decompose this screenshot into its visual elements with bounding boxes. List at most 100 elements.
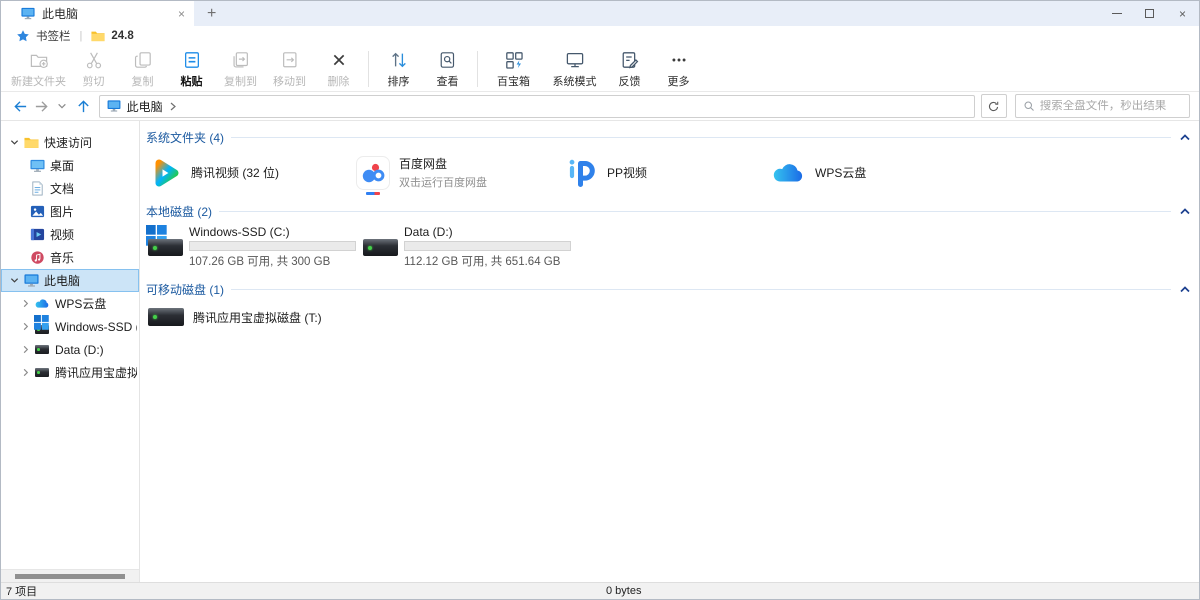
file-item-baidu-netdisk[interactable]: 百度网盘 双击运行百度网盘 xyxy=(356,155,564,190)
move-to-button[interactable]: 移动到 xyxy=(265,49,314,89)
chevron-down-icon[interactable] xyxy=(9,138,19,147)
file-item-label: 百度网盘 xyxy=(399,155,487,172)
sidebar-item-drive-c[interactable]: Windows-SSD (C:) xyxy=(1,315,139,338)
address-bar: 此电脑 xyxy=(1,92,1199,121)
system-mode-button[interactable]: 系统模式 xyxy=(544,49,605,89)
sidebar-item-wps-cloud[interactable]: WPS云盘 xyxy=(1,292,139,315)
sort-arrows-icon xyxy=(388,49,410,71)
cut-scissors-icon xyxy=(83,49,105,71)
main-area: 快速访问 桌面 文档 图片 视频 音乐 xyxy=(1,121,1199,582)
bookmark-folder-label[interactable]: 24.8 xyxy=(111,30,133,42)
address-input[interactable]: 此电脑 xyxy=(99,95,975,118)
drive-item-d[interactable]: Data (D:) 112.12 GB 可用, 共 651.64 GB xyxy=(361,225,576,269)
wps-cloud-icon xyxy=(772,156,806,190)
folder-icon xyxy=(24,135,39,150)
chevron-right-icon[interactable] xyxy=(169,102,177,111)
sidebar-item-this-pc[interactable]: 此电脑 xyxy=(1,269,139,292)
copy-button[interactable]: 复制 xyxy=(118,49,167,89)
sidebar-item-music[interactable]: 音乐 xyxy=(1,246,139,269)
file-item-label: PP视频 xyxy=(607,164,647,181)
drive-item-c[interactable]: Windows-SSD (C:) 107.26 GB 可用, 共 300 GB xyxy=(146,225,361,269)
section-removable-disks: 可移动磁盘 (1) 腾讯应用宝虚拟磁盘 (T:) xyxy=(146,281,1193,326)
paste-button[interactable]: 粘贴 xyxy=(167,49,216,89)
new-folder-button[interactable]: 新建文件夹 xyxy=(8,49,69,89)
sidebar-item-videos[interactable]: 视频 xyxy=(1,223,139,246)
sidebar-item-quick-access[interactable]: 快速访问 xyxy=(1,131,139,154)
local-disk-items: Windows-SSD (C:) 107.26 GB 可用, 共 300 GB … xyxy=(146,220,1193,278)
close-icon: × xyxy=(1179,8,1186,20)
back-button[interactable] xyxy=(10,94,31,118)
section-header: 本地磁盘 (2) xyxy=(146,203,1193,220)
section-divider xyxy=(219,211,1171,212)
navigation-pane: 快速访问 桌面 文档 图片 视频 音乐 xyxy=(1,121,140,582)
toolbox-button[interactable]: 百宝箱 xyxy=(483,49,544,89)
section-local-disks: 本地磁盘 (2) Windows-SSD (C:) 107.26 GB 可 xyxy=(146,203,1193,278)
baidu-netdisk-icon xyxy=(356,156,390,190)
sidebar-item-pictures[interactable]: 图片 xyxy=(1,200,139,223)
this-pc-monitor-icon xyxy=(107,100,121,112)
delete-button[interactable]: 删除 xyxy=(314,49,363,89)
file-item-wps-cloud[interactable]: WPS云盘 xyxy=(772,155,980,190)
chevron-right-icon[interactable] xyxy=(20,322,30,331)
file-item-subtitle: 双击运行百度网盘 xyxy=(399,174,487,190)
section-title[interactable]: 系统文件夹 (4) xyxy=(146,129,224,146)
music-icon xyxy=(30,250,45,265)
toolbar-separator xyxy=(477,51,478,87)
sidebar-item-drive-d[interactable]: Data (D:) xyxy=(1,338,139,361)
maximize-button[interactable] xyxy=(1133,1,1166,26)
drive-item-t[interactable]: 腾讯应用宝虚拟磁盘 (T:) xyxy=(148,308,322,326)
tab-close-icon[interactable]: × xyxy=(178,8,185,20)
cut-button[interactable]: 剪切 xyxy=(69,49,118,89)
sidebar-item-documents[interactable]: 文档 xyxy=(1,177,139,200)
search-box[interactable] xyxy=(1015,94,1190,118)
drive-capacity-text: 112.12 GB 可用, 共 651.64 GB xyxy=(404,253,571,269)
sidebar-item-desktop[interactable]: 桌面 xyxy=(1,154,139,177)
chevron-right-icon[interactable] xyxy=(20,299,30,308)
sidebar-item-drive-t[interactable]: 腾讯应用宝虚拟磁盘 (T:) xyxy=(1,361,139,384)
file-item-pp-video[interactable]: PP视频 xyxy=(564,155,772,190)
bookmark-folder-icon[interactable] xyxy=(91,30,105,42)
collapse-section-button[interactable] xyxy=(1179,208,1191,215)
chevron-right-icon[interactable] xyxy=(20,368,30,377)
copy-to-button[interactable]: 复制到 xyxy=(216,49,265,89)
section-title[interactable]: 可移动磁盘 (1) xyxy=(146,281,224,298)
sort-button[interactable]: 排序 xyxy=(374,49,423,89)
forward-button[interactable] xyxy=(31,94,52,118)
breadcrumb[interactable]: 此电脑 xyxy=(127,98,163,115)
bookmark-bar-label[interactable]: 书签栏 xyxy=(36,28,71,44)
bookmark-bar: 书签栏 | 24.8 xyxy=(1,26,1199,46)
delete-x-icon xyxy=(328,49,350,71)
tab-title: 此电脑 xyxy=(42,5,171,22)
chevron-right-icon[interactable] xyxy=(20,345,30,354)
drive-icon xyxy=(361,225,401,265)
chevron-down-icon[interactable] xyxy=(9,276,19,285)
more-ellipsis-icon xyxy=(668,49,690,71)
status-bar: 7 项目 0 bytes xyxy=(1,582,1199,599)
more-button[interactable]: 更多 xyxy=(654,49,703,89)
feedback-button[interactable]: 反馈 xyxy=(605,49,654,89)
tab-this-pc[interactable]: 此电脑 × xyxy=(1,1,194,26)
drive-name: Data (D:) xyxy=(404,225,571,239)
collapse-section-button[interactable] xyxy=(1179,286,1191,293)
bookmark-star-icon[interactable] xyxy=(16,29,30,43)
scrollbar-thumb[interactable] xyxy=(15,574,125,579)
section-title[interactable]: 本地磁盘 (2) xyxy=(146,203,212,220)
close-button[interactable]: × xyxy=(1166,1,1199,26)
view-button[interactable]: 查看 xyxy=(423,49,472,89)
history-dropdown-button[interactable] xyxy=(52,94,73,118)
chevron-up-icon xyxy=(1180,286,1190,293)
up-button[interactable] xyxy=(73,94,94,118)
cloud-icon xyxy=(35,296,50,311)
file-item-tencent-video[interactable]: 腾讯视频 (32 位) xyxy=(148,155,356,190)
pp-video-icon xyxy=(564,156,598,190)
collapse-section-button[interactable] xyxy=(1179,134,1191,141)
refresh-button[interactable] xyxy=(981,94,1007,118)
new-tab-button[interactable]: + xyxy=(207,6,216,22)
minimize-button[interactable] xyxy=(1100,1,1133,26)
windows-drive-icon xyxy=(146,225,186,265)
move-to-icon xyxy=(279,49,301,71)
sidebar-horizontal-scrollbar[interactable] xyxy=(1,569,139,582)
toolbox-grid-icon xyxy=(503,49,525,71)
windows-drive-icon xyxy=(35,319,50,334)
search-input[interactable] xyxy=(1040,100,1182,112)
